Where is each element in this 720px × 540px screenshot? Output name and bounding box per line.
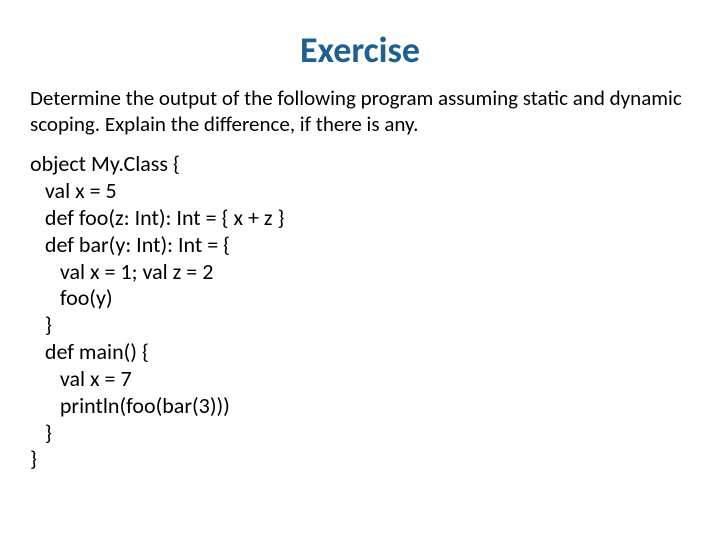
exercise-prompt: Determine the output of the following pr… bbox=[30, 86, 690, 137]
code-block: object My.Class { val x = 5 def foo(z: I… bbox=[30, 151, 690, 473]
slide-title: Exercise bbox=[30, 28, 690, 72]
